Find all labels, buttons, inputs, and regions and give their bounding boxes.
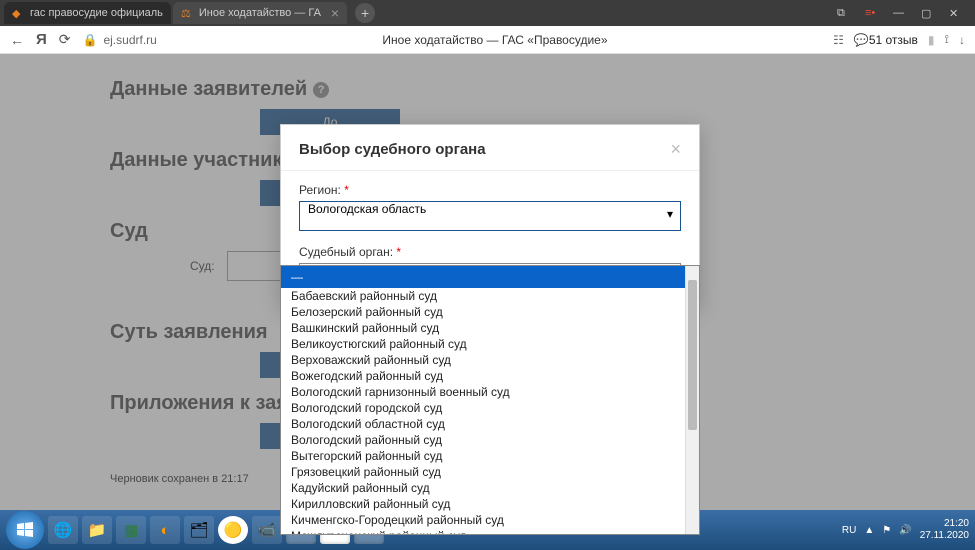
tray-flag-icon[interactable]: ⚑ — [882, 525, 891, 536]
reviews-link[interactable]: 💬51 отзыв — [854, 33, 918, 47]
dropdown-option[interactable]: Бабаевский районный суд — [281, 288, 685, 304]
tab-label: гас правосудие официаль — [30, 7, 163, 19]
back-icon[interactable]: ← — [10, 32, 24, 48]
region-select[interactable]: Вологодская область — [299, 201, 681, 231]
close-window-icon[interactable]: ✕ — [949, 7, 963, 20]
browser-tab-1[interactable]: ◆ гас правосудие официаль — [4, 2, 171, 24]
dropdown-option[interactable]: Вологодский городской суд — [281, 400, 685, 416]
tray-up-icon[interactable]: ▲ — [864, 525, 874, 536]
dropdown-option[interactable]: Кадуйский районный суд — [281, 480, 685, 496]
taskbar-zoom-icon[interactable]: 📹 — [252, 516, 282, 544]
tray-clock[interactable]: 21:20 27.11.2020 — [920, 518, 969, 542]
court-org-label: Судебный орган: * — [299, 245, 681, 259]
court-dropdown-list: —Бабаевский районный судБелозерский райо… — [280, 265, 700, 535]
taskbar-explorer-icon[interactable]: 📁 — [82, 516, 112, 544]
dropdown-option[interactable]: — — [281, 266, 685, 288]
taskbar-folder-icon[interactable]: 🗂 — [184, 516, 214, 544]
dropdown-option[interactable]: Грязовецкий районный суд — [281, 464, 685, 480]
address-bar: ← Я ⟳ 🔒 ej.sudrf.ru Иное ходатайство — Г… — [0, 26, 975, 54]
start-button[interactable] — [6, 511, 44, 549]
tab-label: Иное ходатайство — ГА — [199, 7, 321, 19]
dropdown-option[interactable]: Кичменгско-Городецкий районный суд — [281, 512, 685, 528]
dropdown-scrollbar[interactable] — [685, 266, 699, 534]
dropdown-option[interactable]: Верховажский районный суд — [281, 352, 685, 368]
translate-icon[interactable]: ☷ — [833, 33, 844, 47]
reload-icon[interactable]: ⟳ — [59, 31, 71, 48]
dropdown-option[interactable]: Вожегодский районный суд — [281, 368, 685, 384]
url-text: ej.sudrf.ru — [103, 33, 156, 47]
dropdown-option[interactable]: Вашкинский районный суд — [281, 320, 685, 336]
maximize-icon[interactable]: ▢ — [921, 7, 935, 20]
minimize-icon[interactable]: — — [893, 7, 907, 19]
dropdown-option[interactable]: Белозерский районный суд — [281, 304, 685, 320]
browser-tab-2[interactable]: ⚖ Иное ходатайство — ГА × — [173, 2, 347, 24]
dropdown-option[interactable]: Вологодский областной суд — [281, 416, 685, 432]
extensions-icon[interactable]: ⟟ — [945, 32, 949, 47]
browser-tabs-bar: ◆ гас правосудие официаль ⚖ Иное ходатай… — [0, 0, 975, 26]
tray-sound-icon[interactable]: 🔊 — [899, 525, 911, 536]
scales-icon: ⚖ — [181, 7, 193, 19]
taskbar-excel-icon[interactable]: ▦ — [116, 516, 146, 544]
modal-title: Выбор судебного органа — [299, 141, 486, 158]
bookmark-icon[interactable]: ▮ — [928, 33, 935, 47]
taskbar-ie-icon[interactable]: 🌐 — [48, 516, 78, 544]
region-label: Регион: * — [299, 183, 681, 197]
taskbar-chrome-icon[interactable]: 🟡 — [218, 516, 248, 544]
yandex-icon: ◆ — [12, 7, 24, 19]
download-icon[interactable]: ↓ — [959, 33, 965, 47]
lock-icon: 🔒 — [83, 33, 98, 47]
close-tab-icon[interactable]: × — [331, 5, 339, 21]
page-title: Иное ходатайство — ГАС «Правосудие» — [169, 33, 821, 47]
dropdown-option[interactable]: Великоустюгский районный суд — [281, 336, 685, 352]
windows-logo-icon — [14, 519, 36, 541]
dropdown-option[interactable]: Вытегорский районный суд — [281, 448, 685, 464]
copy-icon[interactable]: ⧉ — [837, 7, 851, 20]
url-box[interactable]: 🔒 ej.sudrf.ru — [83, 33, 157, 47]
new-tab-button[interactable]: + — [355, 3, 375, 23]
tray-lang[interactable]: RU — [842, 525, 856, 536]
close-modal-icon[interactable]: × — [670, 139, 681, 160]
yandex-logo-icon[interactable]: Я — [36, 31, 47, 48]
dropdown-option[interactable]: Вологодский районный суд — [281, 432, 685, 448]
taskbar-player-icon[interactable]: ◐ — [150, 516, 180, 544]
menu-icon[interactable]: ≡• — [865, 7, 879, 19]
dropdown-option[interactable]: Междуреченский районный суд — [281, 528, 685, 534]
dropdown-option[interactable]: Вологодский гарнизонный военный суд — [281, 384, 685, 400]
dropdown-option[interactable]: Кирилловский районный суд — [281, 496, 685, 512]
